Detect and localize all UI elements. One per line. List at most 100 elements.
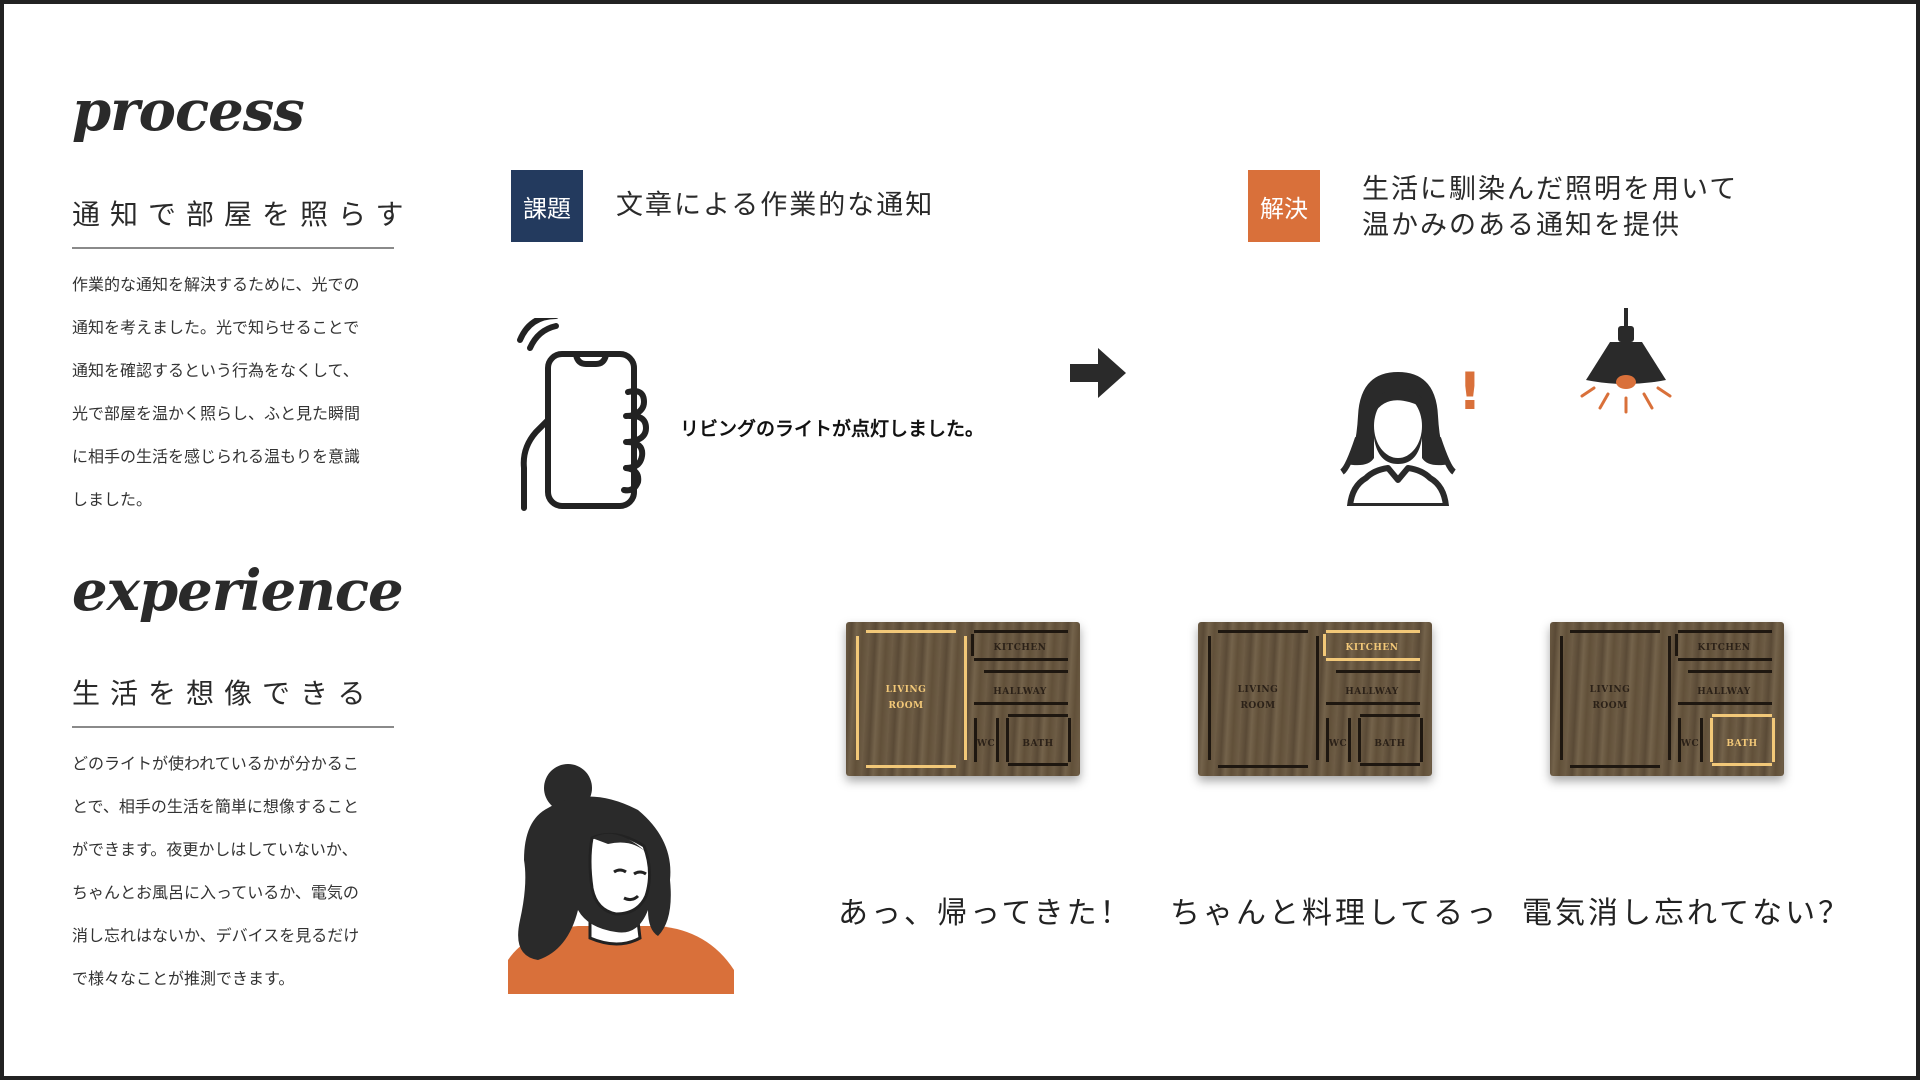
hallway-label: HALLWAY [1345, 687, 1399, 697]
floor-plan-svg: LIVING ROOM KITCHEN HALLWAY WC BATH [1560, 630, 1775, 768]
kitchen-label: KITCHEN [1346, 643, 1399, 653]
notification-text: リビングのライトが点灯しました。 [680, 418, 985, 440]
floor-plan-svg: LIVING ROOM KITCHEN HALLWAY WC BATH [856, 630, 1071, 768]
wc-label: WC [1680, 739, 1699, 749]
wc-label: WC [976, 739, 995, 749]
pendant-lamp-icon [1580, 308, 1672, 414]
process-body-line: 光で部屋を温かく照らし、ふと見た瞬間 [72, 404, 361, 423]
wc-label: WC [1328, 739, 1347, 749]
hallway-slot-top [1336, 670, 1420, 673]
floor-panel-living-lit: LIVING ROOM KITCHEN HALLWAY WC BATH [846, 622, 1080, 776]
problem-tag: 課題 [511, 170, 583, 242]
kitchen-label: KITCHEN [1698, 643, 1751, 653]
living-slot-bottom [1570, 765, 1660, 768]
hallway-slot-bottom [1678, 702, 1772, 705]
floor-panel-bath-lit: LIVING ROOM KITCHEN HALLWAY WC BATH [1550, 622, 1784, 776]
exclamation-mark: ! [1458, 362, 1482, 422]
bath-slot-right [1420, 718, 1423, 762]
process-subtitle: 通知で部屋を照らす [72, 198, 414, 231]
experience-subtitle: 生活を想像できる [72, 677, 376, 710]
kitchen-slot-bottom [1678, 658, 1772, 661]
wc-slot-right [1700, 718, 1703, 762]
experience-divider [72, 726, 394, 728]
living-room-label: ROOM [1240, 701, 1275, 711]
woman-illustration [508, 764, 734, 994]
living-slot-bottom [1218, 765, 1308, 768]
phone-in-hand-icon [517, 318, 649, 511]
floor-panel-kitchen-lit: LIVING ROOM KITCHEN HALLWAY WC BATH [1198, 622, 1432, 776]
process-body-line: 通知を考えました。光で知らせることで [72, 318, 360, 337]
hallway-slot-bottom [974, 702, 1068, 705]
kitchen-slot-left [971, 634, 974, 656]
solution-line1: 生活に馴染んだ照明を用いて [1362, 174, 1739, 205]
experience-body-line: ちゃんとお風呂に入っているか、電気の [72, 883, 359, 902]
hallway-slot-top [1688, 670, 1772, 673]
living-slot-right [1668, 636, 1671, 760]
living-slot-left [1560, 636, 1563, 760]
process-body: 作業的な通知を解決するために、光での 通知を考えました。光で知らせることで 通知… [72, 263, 402, 521]
living-slot-left [1208, 636, 1211, 760]
experience-body: どのライトが使われているかが分かるこ とで、相手の生活を簡単に想像すること がで… [72, 742, 402, 1000]
living-slot-right [964, 636, 967, 760]
living-slot-top [1570, 630, 1660, 633]
living-room-label: ROOM [888, 701, 923, 711]
hallway-slot-bottom [1326, 702, 1420, 705]
living-room-label: LIVING [1590, 685, 1631, 695]
kitchen-slot-top [974, 630, 1068, 633]
bath-slot-bottom [1360, 763, 1420, 766]
bath-slot-top [1360, 714, 1420, 717]
bath-slot-top [1712, 714, 1772, 717]
experience-body-line: どのライトが使われているかが分かるこ [72, 754, 359, 773]
wc-slot-right [996, 718, 999, 762]
living-slot-left [856, 636, 859, 760]
bath-slot-right [1068, 718, 1071, 762]
experience-body-line: ができます。夜更かしはしていないか、 [72, 840, 358, 859]
experience-body-line: で様々なことが推測できます。 [72, 969, 295, 988]
bath-slot-right [1772, 718, 1775, 762]
kitchen-slot-left [1323, 634, 1326, 656]
living-room-label: LIVING [1238, 685, 1279, 695]
kitchen-slot-bottom [974, 658, 1068, 661]
process-body-line: 通知を確認するという行為をなくして、 [72, 361, 359, 380]
caption-panel-3: 電気消し忘れてない？ [1522, 896, 1852, 931]
caption-panel-1: あっ、帰ってきた！ [838, 896, 1133, 931]
bath-label: BATH [1374, 739, 1405, 749]
experience-body-line: 消し忘れはないか、デバイスを見るだけ [72, 926, 360, 945]
living-slot-bottom [866, 765, 956, 768]
bath-label: BATH [1726, 739, 1757, 749]
solution-tag: 解決 [1248, 170, 1320, 242]
kitchen-slot-top [1678, 630, 1772, 633]
bath-slot-bottom [1008, 763, 1068, 766]
arrow-right-icon [1070, 348, 1126, 398]
living-slot-right [1316, 636, 1319, 760]
kitchen-slot-top [1326, 630, 1420, 633]
bath-slot-left [1006, 718, 1009, 762]
hallway-label: HALLWAY [993, 687, 1047, 697]
person-avatar-icon [1340, 372, 1456, 506]
bath-slot-bottom [1712, 763, 1772, 766]
hallway-slot-top [984, 670, 1068, 673]
living-slot-top [866, 630, 956, 633]
floor-plan-svg: LIVING ROOM KITCHEN HALLWAY WC BATH [1208, 630, 1423, 768]
hallway-label: HALLWAY [1697, 687, 1751, 697]
kitchen-slot-left [1675, 634, 1678, 656]
bath-slot-top [1008, 714, 1068, 717]
solution-line2: 温かみのある通知を提供 [1362, 210, 1681, 241]
process-heading: process [72, 78, 305, 144]
process-body-line: に相手の生活を感じられる温もりを意識 [72, 447, 361, 466]
problem-text: 文章による作業的な通知 [616, 190, 935, 221]
bath-slot-left [1358, 718, 1361, 762]
process-body-line: しました。 [72, 490, 153, 509]
process-body-line: 作業的な通知を解決するために、光での [72, 275, 360, 294]
bath-slot-left [1710, 718, 1713, 762]
bath-label: BATH [1022, 739, 1053, 749]
experience-heading: experience [72, 558, 404, 624]
living-room-label: LIVING [886, 685, 927, 695]
living-room-label: ROOM [1592, 701, 1627, 711]
process-divider [72, 247, 394, 249]
wc-slot-right [1348, 718, 1351, 762]
caption-panel-2: ちゃんと料理してるっ [1170, 896, 1500, 931]
kitchen-slot-bottom [1326, 658, 1420, 661]
living-slot-top [1218, 630, 1308, 633]
kitchen-label: KITCHEN [994, 643, 1047, 653]
